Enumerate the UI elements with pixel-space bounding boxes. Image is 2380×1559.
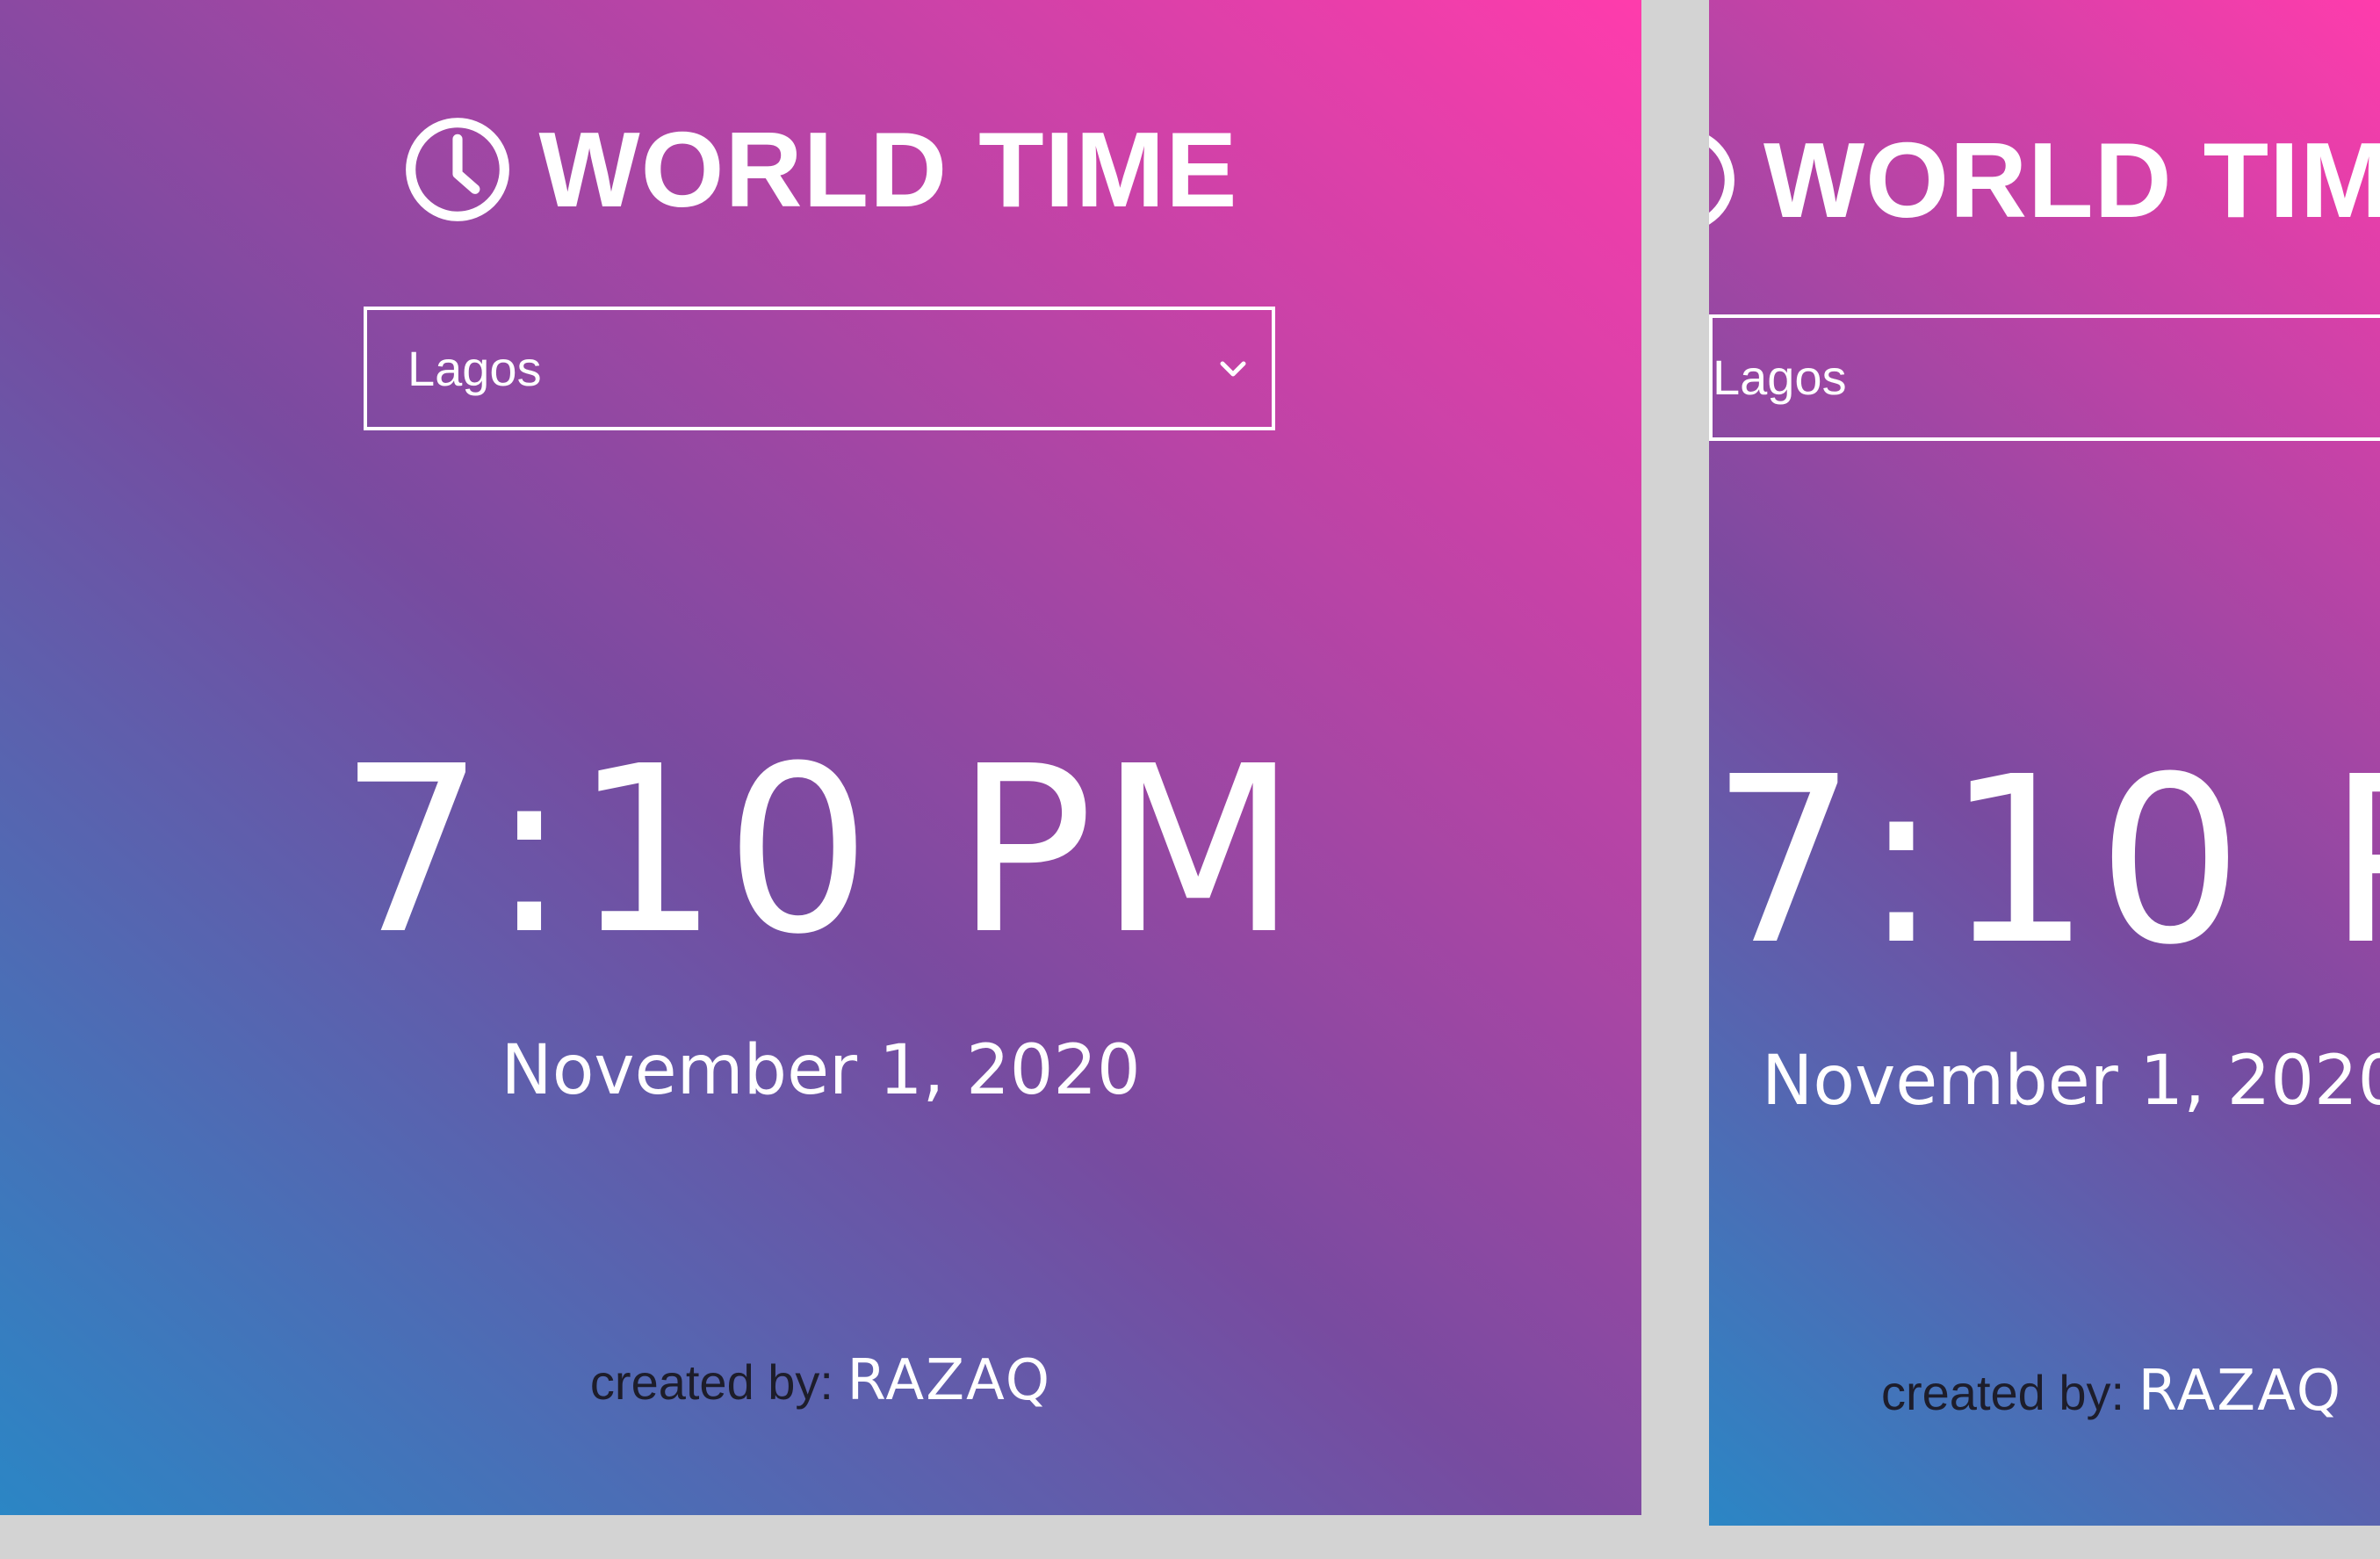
city-select-value: Lagos (1713, 350, 1847, 405)
city-select[interactable]: Lagos (1709, 314, 2380, 441)
app-view-left: WORLD TIME Lagos 7:10 PM November 1, 202… (0, 0, 1641, 1515)
city-select-value: Lagos (407, 340, 542, 396)
clock-icon (1709, 126, 1737, 235)
header: WORLD TIME (1709, 123, 2380, 237)
footer-label: created by: (1881, 1365, 2138, 1420)
header: WORLD TIME (0, 112, 1641, 227)
footer-credit: created by: RAZAQ (1709, 1363, 2380, 1419)
footer-label: created by: (589, 1354, 847, 1410)
clock-icon (403, 115, 512, 224)
app-view-right: WORLD TIME Lagos 7:10 PM November 1, 202… (1709, 0, 2380, 1526)
current-time: 7:10 PM (1711, 727, 2380, 995)
page-title: WORLD TIME (538, 110, 1238, 229)
page-title: WORLD TIME (1763, 120, 2380, 240)
footer-author: RAZAQ (847, 1348, 1052, 1413)
footer-author: RAZAQ (2138, 1359, 2343, 1424)
current-date: November 1, 2020 (501, 1031, 1141, 1110)
city-select[interactable]: Lagos (364, 307, 1275, 430)
app-content: WORLD TIME Lagos 7:10 PM November 1, 202… (0, 0, 1641, 1515)
current-date: November 1, 2020 (1762, 1042, 2380, 1121)
footer-credit: created by: RAZAQ (0, 1353, 1641, 1409)
app-content: WORLD TIME Lagos 7:10 PM November 1, 202… (1709, 0, 2380, 1526)
current-time: 7:10 PM (338, 717, 1303, 985)
chevron-down-icon (1217, 356, 1249, 382)
